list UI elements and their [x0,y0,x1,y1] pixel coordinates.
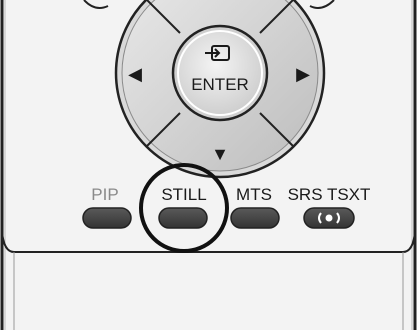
enter-label: ENTER [191,75,249,94]
dpad-right-button[interactable]: ▶ [296,64,310,84]
pip-label: PIP [91,185,118,204]
srs-tsxt-label: SRS TSXT [288,185,371,204]
mts-label: MTS [236,185,272,204]
remote-control-illustration: ◀ ▶ ▼ ENTER PIP STILL MTS SRS TSXT [0,0,417,330]
left-arrow-icon: ◀ [128,64,142,84]
dpad-down-button[interactable]: ▼ [211,144,229,164]
still-label: STILL [161,185,206,204]
enter-button[interactable]: ENTER [171,24,269,122]
right-arrow-icon: ▶ [296,64,310,84]
dpad-left-button[interactable]: ◀ [128,64,142,84]
down-arrow-icon: ▼ [211,144,229,164]
